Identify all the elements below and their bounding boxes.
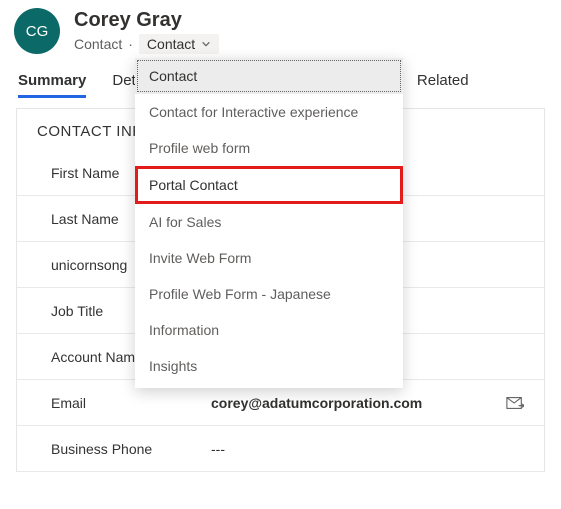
form-option-contact[interactable]: Contact [135, 58, 403, 94]
tab-details[interactable]: Det [112, 72, 135, 98]
page-title: Corey Gray [74, 8, 219, 32]
form-option-ai-sales[interactable]: AI for Sales [135, 204, 403, 240]
form-selector-dropdown: Contact Contact for Interactive experien… [135, 58, 403, 388]
record-header: CG Corey Gray Contact · Contact [0, 0, 561, 58]
field-label: Email [51, 395, 211, 411]
separator: · [128, 36, 133, 52]
form-selector[interactable]: Contact [139, 34, 219, 54]
entity-type: Contact [74, 36, 122, 52]
form-option-invite-web-form[interactable]: Invite Web Form [135, 240, 403, 276]
field-label: Business Phone [51, 441, 211, 457]
form-option-interactive[interactable]: Contact for Interactive experience [135, 94, 403, 130]
subtitle: Contact · Contact [74, 34, 219, 54]
field-value: --- [211, 441, 524, 457]
title-block: Corey Gray Contact · Contact [74, 8, 219, 54]
avatar: CG [14, 8, 60, 54]
form-option-portal-contact[interactable]: Portal Contact [135, 166, 403, 204]
form-selector-label: Contact [147, 36, 195, 52]
form-option-profile-japanese[interactable]: Profile Web Form - Japanese [135, 276, 403, 312]
form-option-insights[interactable]: Insights [135, 348, 403, 384]
tab-related[interactable]: Related [417, 72, 469, 98]
form-option-information[interactable]: Information [135, 312, 403, 348]
form-option-profile-web-form[interactable]: Profile web form [135, 130, 403, 166]
envelope-icon[interactable] [506, 396, 524, 410]
field-value: corey@adatumcorporation.com [211, 395, 506, 411]
chevron-down-icon [201, 39, 211, 49]
tab-summary[interactable]: Summary [18, 72, 86, 98]
field-business-phone[interactable]: Business Phone --- [17, 426, 544, 472]
